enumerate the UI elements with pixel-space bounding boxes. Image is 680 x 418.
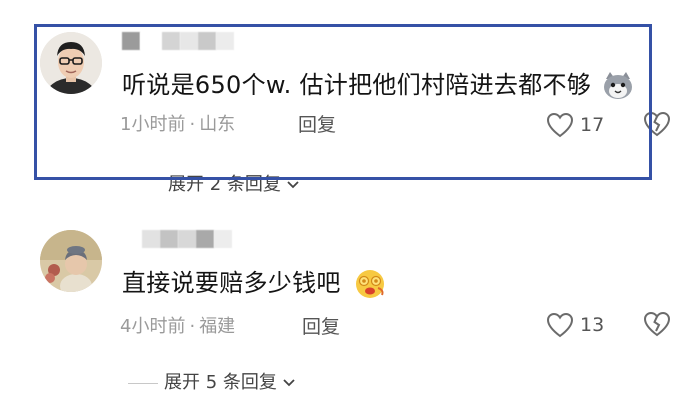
- comment-text: 听说是650个w. 估计把他们村陪进去都不够: [122, 70, 635, 101]
- reply-button[interactable]: 回复: [298, 114, 336, 136]
- chevron-down-icon: [287, 181, 299, 189]
- expand-replies-label: 展开 2 条回复: [168, 174, 281, 195]
- broken-heart-icon[interactable]: [642, 110, 672, 138]
- reply-button[interactable]: 回复: [302, 316, 340, 338]
- comment-text: 直接说要赔多少钱吧: [122, 268, 387, 300]
- pixelated-block: [140, 32, 162, 50]
- pixelated-block: [142, 230, 160, 248]
- avatar[interactable]: [40, 230, 102, 292]
- pixelated-block: [214, 230, 232, 248]
- comment-body: 直接说要赔多少钱吧: [122, 269, 341, 297]
- location: 山东: [199, 114, 236, 135]
- avatar[interactable]: [40, 32, 102, 94]
- comment-item: 听说是650个w. 估计把他们村陪进去都不够 1小时前 · 山东 回复 17 展…: [0, 0, 680, 200]
- comment-meta: 4小时前 · 福建: [120, 316, 235, 338]
- thread-divider-line: [128, 382, 158, 384]
- heart-outline-icon: [546, 112, 574, 138]
- timestamp: 4小时前: [120, 316, 186, 337]
- meta-separator: ·: [189, 114, 196, 135]
- comment-item: 直接说要赔多少钱吧 4小时前 · 福建 回复 13 展开 5 条回复: [0, 200, 680, 418]
- money-eyes-emoji-icon: [355, 270, 384, 298]
- chevron-down-icon: [283, 379, 295, 387]
- like-count: 17: [580, 114, 605, 136]
- pixelated-block: [180, 32, 198, 50]
- username-blurred[interactable]: [122, 32, 234, 50]
- username-blurred[interactable]: [142, 230, 232, 248]
- pixelated-block: [178, 230, 196, 248]
- pixelated-block: [122, 32, 140, 50]
- comment-meta: 1小时前 · 山东: [120, 114, 235, 136]
- comment-body: 听说是650个w. 估计把他们村陪进去都不够: [122, 71, 592, 99]
- heart-outline-icon: [546, 312, 574, 338]
- expand-replies-label: 展开 5 条回复: [164, 372, 277, 393]
- pixelated-block: [198, 32, 216, 50]
- comment-thread: 听说是650个w. 估计把他们村陪进去都不够 1小时前 · 山东 回复 17 展…: [0, 0, 680, 418]
- pixelated-block: [160, 230, 178, 248]
- expand-replies-button[interactable]: 展开 2 条回复: [168, 174, 299, 196]
- like-count: 13: [580, 314, 605, 336]
- avatar-man-image: [40, 32, 102, 94]
- pixelated-block: [162, 32, 180, 50]
- like-button[interactable]: 17: [546, 112, 604, 138]
- like-button[interactable]: 13: [546, 312, 604, 338]
- expand-replies-button[interactable]: 展开 5 条回复: [128, 372, 295, 394]
- cat-face-emoji-icon: [604, 72, 633, 99]
- location: 福建: [199, 316, 236, 337]
- timestamp: 1小时前: [120, 114, 186, 135]
- pixelated-block: [216, 32, 234, 50]
- avatar-child-image: [40, 230, 102, 292]
- broken-heart-icon[interactable]: [642, 310, 672, 338]
- meta-separator: ·: [189, 316, 196, 337]
- pixelated-block: [196, 230, 214, 248]
